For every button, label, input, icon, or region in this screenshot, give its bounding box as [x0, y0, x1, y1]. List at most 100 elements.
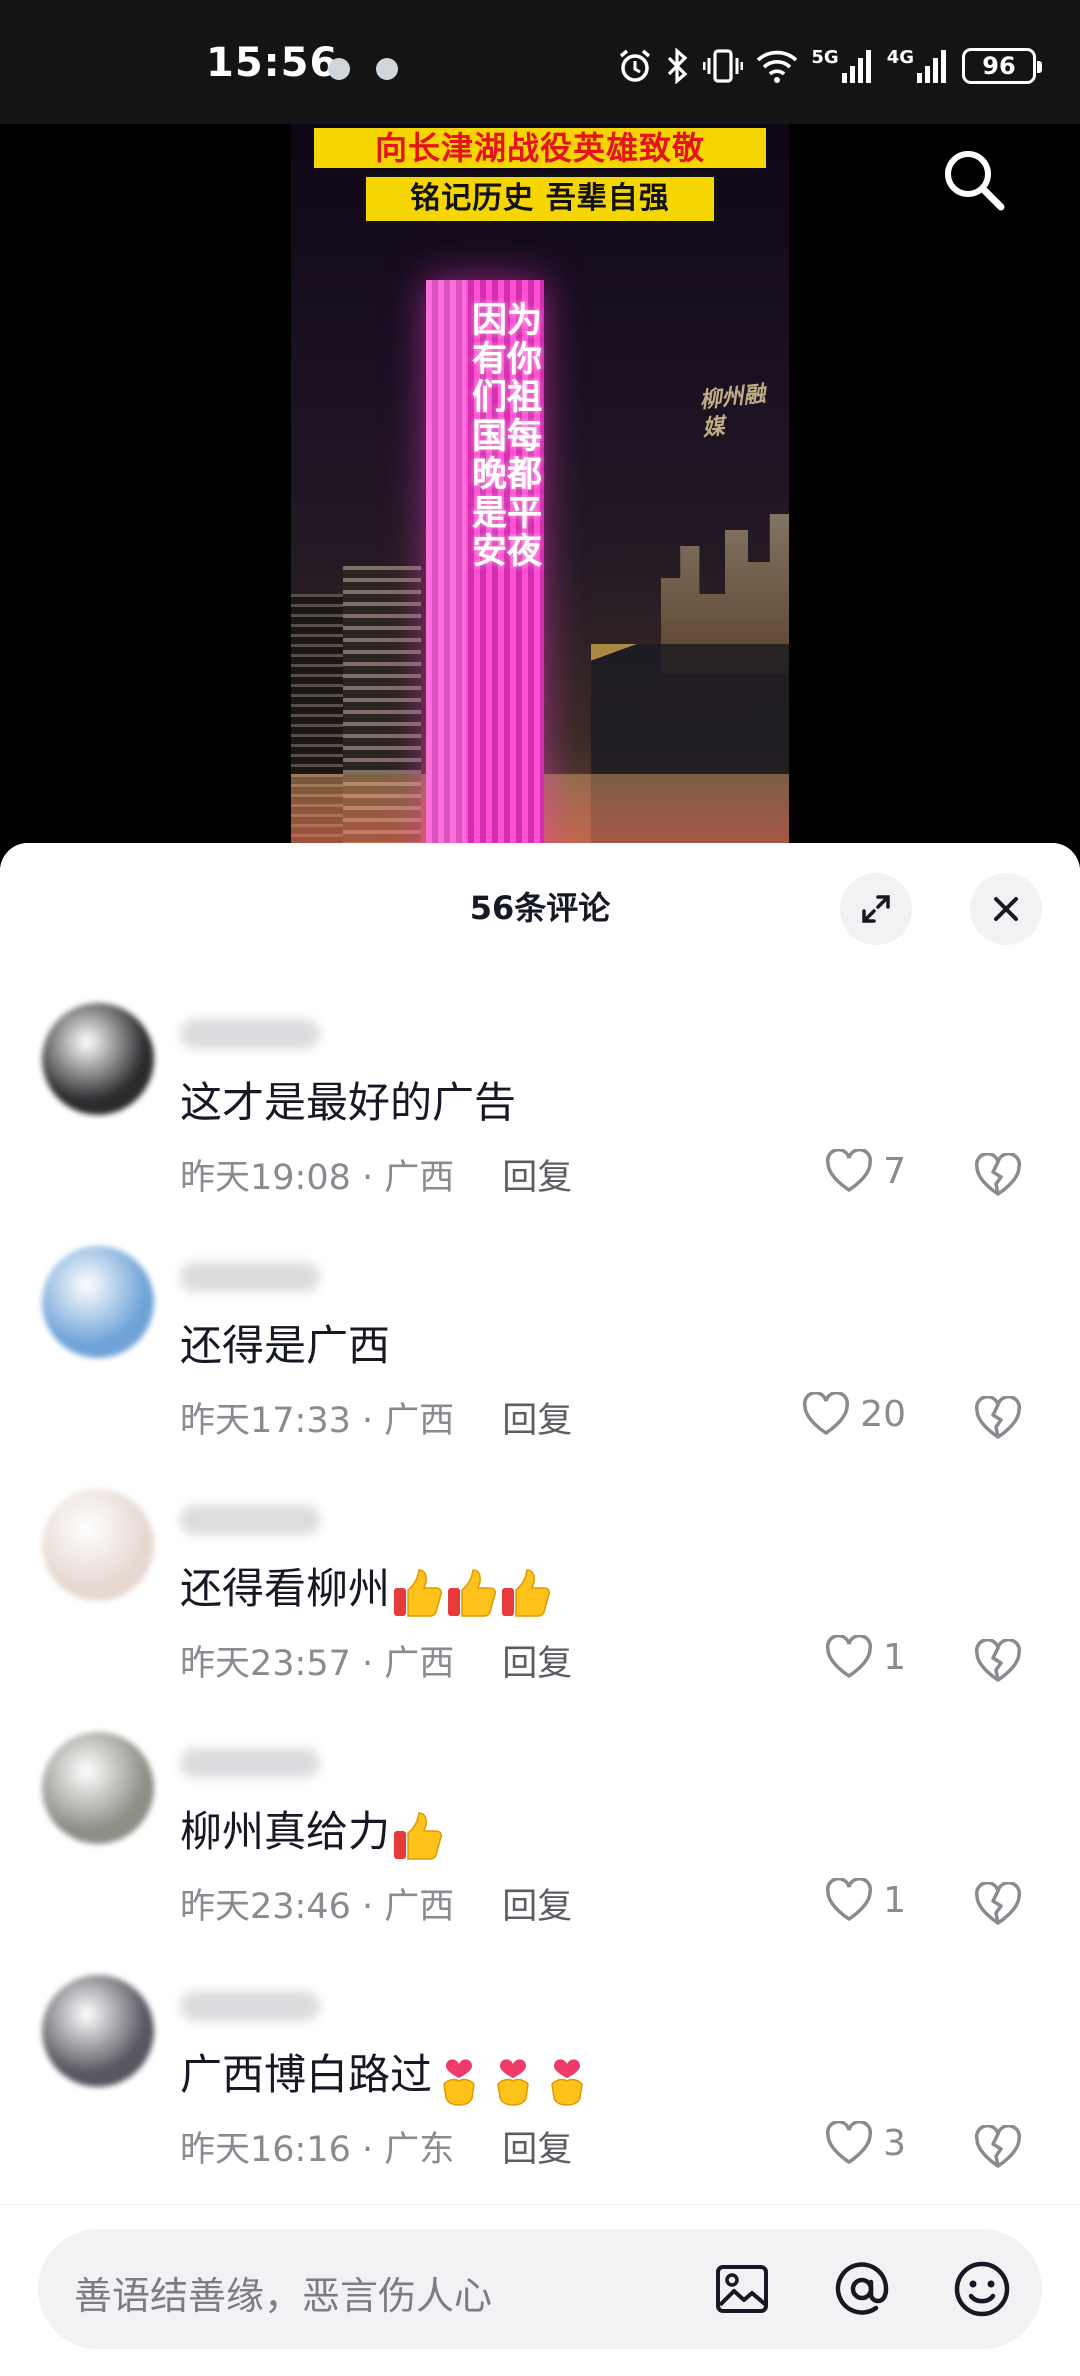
video-watermark: 柳州融媒 [698, 381, 767, 442]
close-icon [994, 897, 1018, 921]
like-button[interactable]: 3 [825, 2121, 906, 2165]
signal-5g-icon: 5G [811, 49, 874, 83]
finger-heart-emoji [497, 2058, 529, 2106]
heart-icon [826, 1149, 873, 1193]
comment-location: 广西 [384, 1401, 455, 1441]
comment-time: 昨天16:16 [180, 2130, 351, 2170]
wifi-icon [757, 50, 798, 83]
comment-time: 昨天19:08 [180, 1158, 351, 1198]
username-blurred[interactable] [180, 1991, 320, 2021]
comment-text: 广西博白路过 [180, 2041, 594, 2106]
emoji-icon[interactable] [948, 2255, 1016, 2323]
comment-time: 昨天17:33 [180, 1401, 351, 1441]
thumbs-up-emoji [448, 1568, 497, 1617]
video-caption-bottom: 铭记历史 吾辈自强 [363, 174, 717, 224]
username-blurred[interactable] [180, 1505, 320, 1535]
broken-heart-icon[interactable] [974, 1882, 1022, 1926]
comment-meta: 昨天19:08 · 广西 回复 [180, 1158, 573, 1198]
comment-meta: 昨天23:46 · 广西 回复 [180, 1887, 573, 1927]
avatar[interactable] [42, 1732, 154, 1844]
expand-icon [862, 895, 890, 923]
avatar[interactable] [42, 1975, 154, 2087]
reply-button[interactable]: 回复 [502, 2130, 572, 2170]
reply-button[interactable]: 回复 [502, 1644, 572, 1684]
broken-heart-icon[interactable] [974, 1396, 1022, 1440]
avatar[interactable] [42, 1489, 154, 1601]
broken-heart-icon[interactable] [974, 1639, 1022, 1683]
like-count: 3 [883, 2122, 906, 2164]
reply-button[interactable]: 回复 [502, 1401, 572, 1441]
thumbs-up-emoji [394, 1568, 443, 1617]
username-blurred[interactable] [180, 1262, 320, 1292]
comment-meta: 昨天17:33 · 广西 回复 [180, 1401, 573, 1441]
comment-time: 昨天23:57 [180, 1644, 351, 1684]
comment-location: 广西 [384, 1887, 455, 1927]
video-caption-top: 向长津湖战役英雄致敬 [314, 128, 766, 168]
reply-button[interactable]: 回复 [502, 1887, 572, 1927]
like-count: 1 [883, 1636, 906, 1678]
status-icons: 5G 4G 96 [617, 48, 1042, 84]
comment-meta: 昨天16:16 · 广东 回复 [180, 2130, 573, 2170]
comments-count-title: 56条评论 [469, 889, 611, 927]
broken-heart-icon[interactable] [974, 2125, 1022, 2169]
heart-icon [803, 1392, 850, 1436]
close-button[interactable] [970, 873, 1042, 945]
comment-text: 柳州真给力 [180, 1798, 444, 1863]
comment-meta: 昨天23:57 · 广西 回复 [180, 1644, 573, 1684]
comment-location: 广西 [384, 1644, 455, 1684]
battery-icon: 96 [962, 48, 1042, 84]
status-bar: 15:56 5G 4G 96 [0, 0, 1080, 124]
comment-text: 这才是最好的广告 [180, 1078, 517, 1127]
like-button[interactable]: 1 [825, 1635, 906, 1679]
comment-time: 昨天23:46 [180, 1887, 351, 1927]
vibrate-icon [703, 49, 744, 83]
comments-list: 这才是最好的广告 昨天19:08 · 广西 回复 7 还得是广西 昨天17:33 … [0, 1003, 1080, 2218]
lit-tower: 因为有你们祖国每晚都是平安夜 [426, 280, 544, 850]
image-icon[interactable] [708, 2255, 776, 2323]
finger-heart-emoji [551, 2058, 583, 2106]
like-button[interactable]: 7 [825, 1149, 906, 1193]
comment-item: 广西博白路过 昨天16:16 · 广东 回复 3 [0, 1975, 1080, 2218]
finger-heart-emoji [443, 2058, 475, 2106]
video-frame: 因为有你们祖国每晚都是平安夜 柳州融媒 向长津湖战役英雄致敬 铭记历史 吾辈自强 [291, 124, 789, 850]
video-player[interactable]: 因为有你们祖国每晚都是平安夜 柳州融媒 向长津湖战役英雄致敬 铭记历史 吾辈自强 [0, 124, 1080, 850]
like-count: 20 [860, 1393, 906, 1435]
avatar[interactable] [42, 1003, 154, 1115]
like-button[interactable]: 20 [802, 1392, 906, 1436]
comment-input-bar: 善语结善缘，恶言伤人心 [0, 2204, 1080, 2376]
heart-icon [826, 1878, 873, 1922]
notification-icon [376, 58, 398, 80]
like-count: 7 [883, 1150, 906, 1192]
comment-input[interactable]: 善语结善缘，恶言伤人心 [38, 2229, 1042, 2349]
notification-icon [328, 58, 350, 80]
comment-text: 还得是广西 [180, 1321, 391, 1370]
bluetooth-icon [668, 48, 688, 84]
thumbs-up-emoji [502, 1568, 551, 1617]
search-icon[interactable] [940, 146, 1008, 214]
username-blurred[interactable] [180, 1019, 320, 1049]
like-count: 1 [883, 1879, 906, 1921]
comment-item: 还得是广西 昨天17:33 · 广西 回复 20 [0, 1246, 1080, 1489]
like-button[interactable]: 1 [825, 1878, 906, 1922]
mention-icon[interactable] [828, 2255, 896, 2323]
username-blurred[interactable] [180, 1748, 320, 1778]
status-time: 15:56 [206, 40, 339, 86]
avatar[interactable] [42, 1246, 154, 1358]
comment-location: 广东 [384, 2130, 455, 2170]
comments-sheet: 56条评论 这才是最好的广告 昨天19:08 · 广西 回复 7 还得是广西 昨… [0, 843, 1080, 2376]
alarm-icon [620, 49, 651, 82]
tower-text: 因为有你们祖国每晚都是平安夜 [471, 301, 542, 572]
reply-button[interactable]: 回复 [502, 1158, 572, 1198]
comments-header: 56条评论 [0, 843, 1080, 973]
comment-item: 还得看柳州 昨天23:57 · 广西 回复 1 [0, 1489, 1080, 1732]
comment-item: 这才是最好的广告 昨天19:08 · 广西 回复 7 [0, 1003, 1080, 1246]
battery-level: 96 [982, 52, 1016, 80]
comment-text: 还得看柳州 [180, 1555, 552, 1620]
signal-4g-icon: 4G [887, 49, 950, 83]
comment-item: 柳州真给力 昨天23:46 · 广西 回复 1 [0, 1732, 1080, 1975]
broken-heart-icon[interactable] [974, 1153, 1022, 1197]
expand-button[interactable] [840, 873, 912, 945]
heart-icon [826, 1635, 873, 1679]
thumbs-up-emoji [394, 1811, 443, 1860]
heart-icon [826, 2121, 873, 2165]
